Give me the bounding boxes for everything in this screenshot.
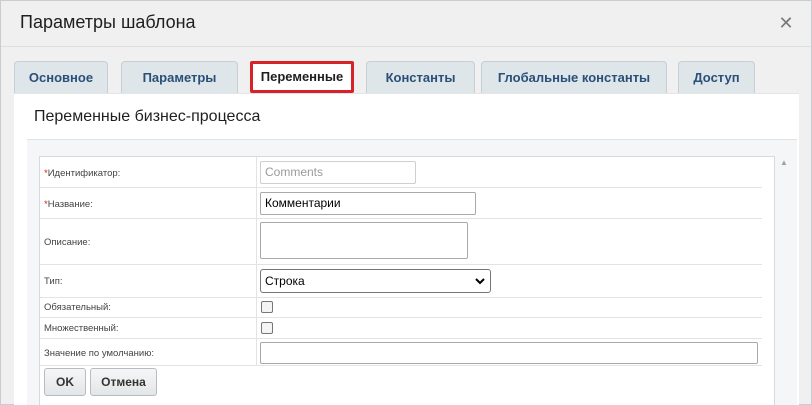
dialog-title: Параметры шаблона bbox=[20, 12, 196, 32]
chevron-down-icon bbox=[474, 274, 486, 296]
form-row-multiple: Множественный: bbox=[40, 318, 762, 339]
tab-basic[interactable]: Основное bbox=[14, 61, 108, 93]
required-checkbox[interactable] bbox=[261, 301, 273, 313]
form-row-name: *Название: Комментарии bbox=[40, 188, 762, 219]
default-value-input[interactable] bbox=[260, 342, 758, 364]
close-icon[interactable]: ✕ bbox=[778, 14, 794, 32]
description-textarea[interactable] bbox=[260, 222, 468, 259]
tab-variables[interactable]: Переменные bbox=[250, 61, 354, 93]
dialog-titlebar: Параметры шаблона ✕ bbox=[1, 1, 811, 47]
variables-panel: Переменные бизнес-процесса *Идентификато… bbox=[14, 93, 799, 405]
form-row-default: Значение по умолчанию: bbox=[40, 339, 762, 366]
name-input[interactable]: Комментарии bbox=[260, 192, 476, 215]
tab-global-constants[interactable]: Глобальные константы bbox=[481, 61, 667, 93]
panel-heading: Переменные бизнес-процесса bbox=[34, 108, 261, 125]
default-label: Значение по умолчанию: bbox=[44, 348, 154, 359]
tab-constants[interactable]: Константы bbox=[366, 61, 475, 93]
cancel-button[interactable]: Отмена bbox=[90, 368, 157, 396]
identifier-input[interactable]: Comments bbox=[260, 161, 416, 184]
scroll-up-icon[interactable]: ▲ bbox=[780, 158, 788, 167]
required-label: Обязательный: bbox=[44, 302, 111, 313]
multiple-label: Множественный: bbox=[44, 323, 119, 334]
tab-access[interactable]: Доступ bbox=[678, 61, 755, 93]
description-label: Описание: bbox=[44, 237, 91, 248]
form-row-type: Тип: Строка bbox=[40, 265, 762, 298]
tab-parameters[interactable]: Параметры bbox=[121, 61, 238, 93]
variable-form: *Идентификатор: Comments *Название: Комм… bbox=[39, 156, 775, 405]
form-row-required: Обязательный: bbox=[40, 298, 762, 318]
form-row-description: Описание: bbox=[40, 219, 762, 265]
type-select[interactable]: Строка bbox=[260, 269, 491, 293]
multiple-checkbox[interactable] bbox=[261, 322, 273, 334]
ok-button[interactable]: OK bbox=[44, 368, 86, 396]
name-label: *Название: bbox=[44, 199, 93, 210]
form-row-identifier: *Идентификатор: Comments bbox=[40, 157, 762, 188]
identifier-label: *Идентификатор: bbox=[44, 168, 121, 179]
scrollbar[interactable]: ▲ bbox=[778, 156, 791, 405]
type-label: Тип: bbox=[44, 276, 63, 287]
template-params-dialog: Параметры шаблона ✕ Основное Параметры П… bbox=[0, 0, 812, 405]
